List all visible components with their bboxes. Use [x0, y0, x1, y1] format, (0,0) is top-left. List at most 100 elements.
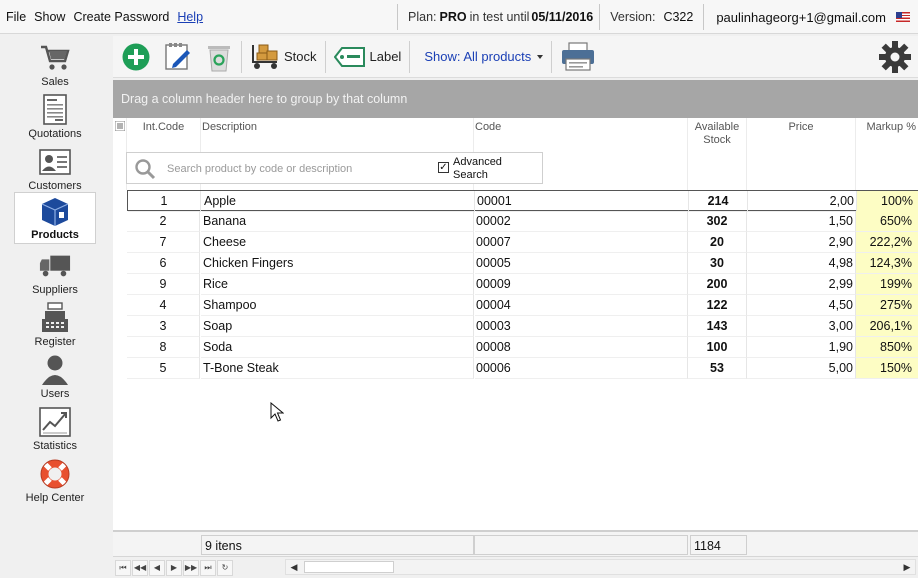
cell-code[interactable]: 00006	[475, 358, 688, 379]
sidebar-item-users[interactable]: Users	[14, 350, 96, 402]
delete-product-button[interactable]	[199, 37, 239, 77]
stock-button[interactable]: Stock	[244, 37, 323, 77]
next-page-button[interactable]: ▶▶	[183, 559, 199, 576]
cell-markup[interactable]: 222,2%	[856, 232, 918, 253]
cell-price[interactable]: 2,00	[748, 191, 857, 212]
header-price[interactable]: Price	[747, 118, 856, 190]
cell-price[interactable]: 1,90	[747, 337, 856, 358]
cell-stock[interactable]: 53	[688, 358, 747, 379]
cell-int-code[interactable]: 4	[127, 295, 200, 316]
table-row[interactable]: 6 Chicken Fingers 00005 30 4,98 124,3%	[127, 253, 918, 274]
cell-markup[interactable]: 275%	[856, 295, 918, 316]
header-available-stock[interactable]: Available Stock	[688, 118, 747, 190]
cell-price[interactable]: 1,50	[747, 211, 856, 232]
scroll-right-icon[interactable]: ▶	[899, 560, 915, 574]
cell-markup[interactable]: 150%	[856, 358, 918, 379]
table-row[interactable]: 7 Cheese 00007 20 2,90 222,2%	[127, 232, 918, 253]
table-row[interactable]: 5 T-Bone Steak 00006 53 5,00 150%	[127, 358, 918, 379]
cell-price[interactable]: 4,98	[747, 253, 856, 274]
sidebar-item-suppliers[interactable]: Suppliers	[14, 246, 96, 298]
cell-description[interactable]: Soap	[201, 316, 474, 337]
menu-show[interactable]: Show	[34, 10, 65, 24]
menu-help[interactable]: Help	[177, 10, 203, 24]
cell-price[interactable]: 4,50	[747, 295, 856, 316]
user-account[interactable]: paulinhageorg+1@gmail.com	[704, 0, 918, 34]
settings-button[interactable]	[878, 40, 912, 74]
horizontal-scrollbar[interactable]: ◀ ▶	[285, 559, 916, 575]
cell-code[interactable]: 00007	[475, 232, 688, 253]
scroll-left-icon[interactable]: ◀	[286, 560, 302, 574]
cell-int-code[interactable]: 3	[127, 316, 200, 337]
label-button[interactable]: Label	[328, 37, 408, 77]
sidebar-item-statistics[interactable]: Statistics	[14, 402, 96, 454]
cell-markup[interactable]: 850%	[856, 337, 918, 358]
cell-code[interactable]: 00003	[475, 316, 688, 337]
advanced-search-toggle[interactable]: ✓ Advanced Search	[438, 154, 544, 184]
group-by-panel[interactable]: Drag a column header here to group by th…	[113, 80, 918, 118]
cell-price[interactable]: 2,99	[747, 274, 856, 295]
advanced-search-checkbox[interactable]: ✓	[438, 162, 449, 173]
cell-description[interactable]: Banana	[201, 211, 474, 232]
cell-stock[interactable]: 100	[688, 337, 747, 358]
cell-markup[interactable]: 206,1%	[856, 316, 918, 337]
cell-int-code[interactable]: 7	[127, 232, 200, 253]
cell-description[interactable]: Apple	[202, 191, 475, 212]
edit-product-button[interactable]	[157, 37, 199, 77]
cell-description[interactable]: Shampoo	[201, 295, 474, 316]
table-row[interactable]: 8 Soda 00008 100 1,90 850%	[127, 337, 918, 358]
menu-create-password[interactable]: Create Password	[73, 10, 169, 24]
table-row[interactable]: 9 Rice 00009 200 2,99 199%	[127, 274, 918, 295]
cell-code[interactable]: 00004	[475, 295, 688, 316]
column-chooser-button[interactable]	[113, 118, 127, 190]
sidebar-item-products[interactable]: Products	[14, 192, 96, 244]
cell-int-code[interactable]: 1	[128, 191, 201, 212]
sidebar-item-quotations[interactable]: Quotations	[14, 90, 96, 142]
cell-int-code[interactable]: 6	[127, 253, 200, 274]
first-page-button[interactable]: ⏮	[115, 559, 131, 576]
cell-description[interactable]: T-Bone Steak	[201, 358, 474, 379]
cell-code[interactable]: 00005	[475, 253, 688, 274]
cell-int-code[interactable]: 5	[127, 358, 200, 379]
cell-stock[interactable]: 122	[688, 295, 747, 316]
cell-price[interactable]: 3,00	[747, 316, 856, 337]
cell-stock[interactable]: 143	[688, 316, 747, 337]
cell-description[interactable]: Rice	[201, 274, 474, 295]
menu-file[interactable]: File	[6, 10, 26, 24]
last-page-button[interactable]: ⏭	[200, 559, 216, 576]
cell-description[interactable]: Cheese	[201, 232, 474, 253]
header-markup[interactable]: Markup %	[856, 118, 918, 190]
show-filter-dropdown[interactable]: Show: All products	[412, 37, 549, 77]
cell-code[interactable]: 00008	[475, 337, 688, 358]
cell-code[interactable]: 00001	[476, 191, 689, 212]
cell-int-code[interactable]: 9	[127, 274, 200, 295]
cell-description[interactable]: Chicken Fingers	[201, 253, 474, 274]
prev-record-button[interactable]: ◀	[149, 559, 165, 576]
cell-code[interactable]: 00002	[475, 211, 688, 232]
sidebar-item-help-center[interactable]: Help Center	[14, 454, 96, 506]
cell-int-code[interactable]: 8	[127, 337, 200, 358]
cell-int-code[interactable]: 2	[127, 211, 200, 232]
cell-price[interactable]: 5,00	[747, 358, 856, 379]
prev-page-button[interactable]: ◀◀	[132, 559, 148, 576]
cell-markup[interactable]: 650%	[856, 211, 918, 232]
cell-description[interactable]: Soda	[201, 337, 474, 358]
cell-price[interactable]: 2,90	[747, 232, 856, 253]
next-record-button[interactable]: ▶	[166, 559, 182, 576]
cell-stock[interactable]: 214	[689, 191, 748, 212]
search-input[interactable]	[167, 159, 427, 179]
sidebar-item-sales[interactable]: Sales	[14, 38, 96, 90]
cell-markup[interactable]: 124,3%	[856, 253, 918, 274]
cell-code[interactable]: 00009	[475, 274, 688, 295]
sidebar-item-register[interactable]: Register	[14, 298, 96, 350]
us-flag-icon[interactable]	[896, 12, 910, 22]
table-row[interactable]: 4 Shampoo 00004 122 4,50 275%	[127, 295, 918, 316]
add-product-button[interactable]	[115, 37, 157, 77]
cell-stock[interactable]: 30	[688, 253, 747, 274]
table-row[interactable]: 2 Banana 00002 302 1,50 650%	[127, 211, 918, 232]
sidebar-item-customers[interactable]: Customers	[14, 142, 96, 194]
scrollbar-thumb[interactable]	[304, 561, 394, 573]
cell-stock[interactable]: 20	[688, 232, 747, 253]
cell-stock[interactable]: 200	[688, 274, 747, 295]
cell-markup[interactable]: 199%	[856, 274, 918, 295]
print-button[interactable]	[554, 37, 602, 77]
